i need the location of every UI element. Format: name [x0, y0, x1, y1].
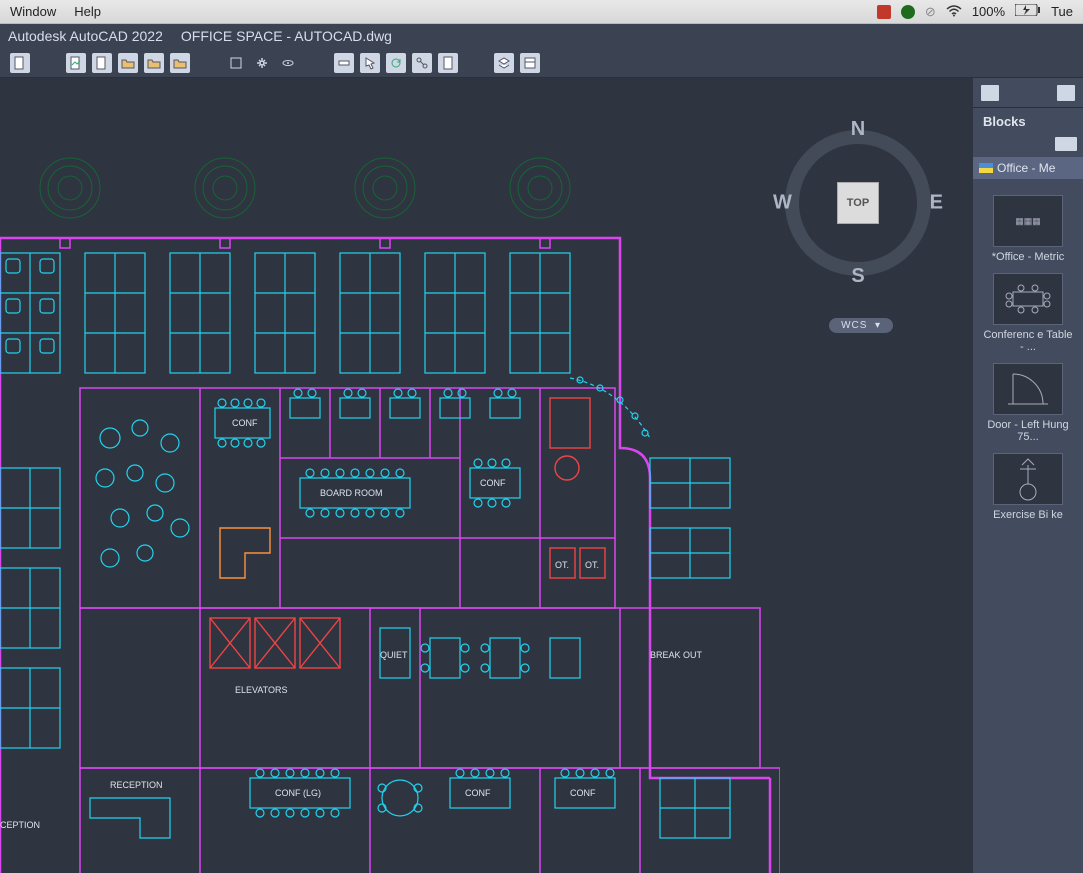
tool-sheet[interactable] — [438, 53, 458, 73]
library-selected-label: Office - Me — [997, 161, 1055, 175]
tool-cursor[interactable] — [360, 53, 380, 73]
coordinate-system-badge[interactable]: WCS ▾ — [829, 318, 893, 333]
block-item-conference-table[interactable]: Conferenc e Table - ... — [983, 273, 1073, 353]
svg-text:ELEVATORS: ELEVATORS — [235, 685, 288, 695]
panel-tab-other[interactable] — [1057, 85, 1075, 101]
do-not-disturb-icon[interactable]: ⊘ — [925, 4, 936, 20]
document-name: OFFICE SPACE - AUTOCAD.dwg — [181, 28, 392, 44]
tool-select[interactable] — [226, 53, 246, 73]
svg-text:OT.: OT. — [585, 560, 599, 570]
block-thumb: ▦▦▦ — [993, 195, 1063, 247]
wifi-icon[interactable] — [946, 4, 962, 20]
compass-east[interactable]: E — [930, 192, 943, 215]
block-thumb — [993, 363, 1063, 415]
menu-help[interactable]: Help — [74, 4, 101, 19]
panel-view-toggle[interactable] — [1055, 137, 1077, 151]
tool-layers[interactable] — [494, 53, 514, 73]
macos-menubar: Window Help ⊘ 100% Tue — [0, 0, 1083, 24]
app-titlebar: Autodesk AutoCAD 2022 OFFICE SPACE - AUT… — [0, 24, 1083, 48]
tool-pan[interactable] — [252, 53, 272, 73]
block-item-door-left[interactable]: Door - Left Hung 75... — [983, 363, 1073, 443]
svg-text:CONF: CONF — [570, 788, 596, 798]
block-library-select[interactable]: Office - Me — [973, 157, 1083, 179]
tool-folder[interactable] — [118, 53, 138, 73]
status-indicator-green[interactable] — [901, 5, 915, 19]
tool-properties[interactable] — [520, 53, 540, 73]
app-name: Autodesk AutoCAD 2022 — [8, 28, 163, 44]
svg-text:CONF: CONF — [480, 478, 506, 488]
compass-north[interactable]: N — [851, 118, 865, 141]
battery-percent: 100% — [972, 4, 1005, 19]
svg-text:BOARD ROOM: BOARD ROOM — [320, 488, 383, 498]
svg-text:CONF (LG): CONF (LG) — [275, 788, 321, 798]
svg-text:CONF: CONF — [232, 418, 258, 428]
tool-save[interactable] — [92, 53, 112, 73]
block-item-office-metric[interactable]: ▦▦▦ *Office - Metric — [983, 195, 1073, 263]
panel-tab-blocks[interactable] — [981, 85, 999, 101]
tool-new[interactable] — [10, 53, 30, 73]
tool-folder3[interactable] — [170, 53, 190, 73]
viewcube[interactable]: N S E W TOP — [773, 118, 943, 288]
status-indicator-red[interactable] — [877, 5, 891, 19]
tool-orbit[interactable] — [278, 53, 298, 73]
tool-link[interactable] — [412, 53, 432, 73]
block-item-exercise-bike[interactable]: Exercise Bi ke — [983, 453, 1073, 521]
block-thumb — [993, 453, 1063, 505]
tool-refresh[interactable] — [386, 53, 406, 73]
svg-text:BREAK OUT: BREAK OUT — [650, 650, 703, 660]
floor-plan-drawing[interactable]: CONF BOARD ROOM CONF OT. OT. — [0, 148, 780, 873]
tool-folder2[interactable] — [144, 53, 164, 73]
svg-text:CONF: CONF — [465, 788, 491, 798]
tool-open[interactable] — [66, 53, 86, 73]
viewcube-compass-ring[interactable] — [785, 130, 931, 276]
panel-tabs — [973, 78, 1083, 108]
clock-day[interactable]: Tue — [1051, 4, 1073, 19]
block-thumb — [993, 273, 1063, 325]
library-icon — [979, 163, 993, 173]
main-toolbar — [0, 48, 1083, 78]
menu-window[interactable]: Window — [10, 4, 56, 19]
blocks-panel: Blocks Office - Me ▦▦▦ *Office - Metric … — [973, 78, 1083, 873]
battery-icon[interactable] — [1015, 4, 1041, 19]
svg-text:CEPTION: CEPTION — [0, 820, 40, 830]
compass-south[interactable]: S — [851, 265, 864, 288]
svg-text:OT.: OT. — [555, 560, 569, 570]
drawing-viewport[interactable]: N S E W TOP WCS ▾ — [0, 78, 973, 873]
tool-measure[interactable] — [334, 53, 354, 73]
panel-title: Blocks — [973, 108, 1083, 135]
svg-text:RECEPTION: RECEPTION — [110, 780, 163, 790]
svg-text:QUIET: QUIET — [380, 650, 408, 660]
